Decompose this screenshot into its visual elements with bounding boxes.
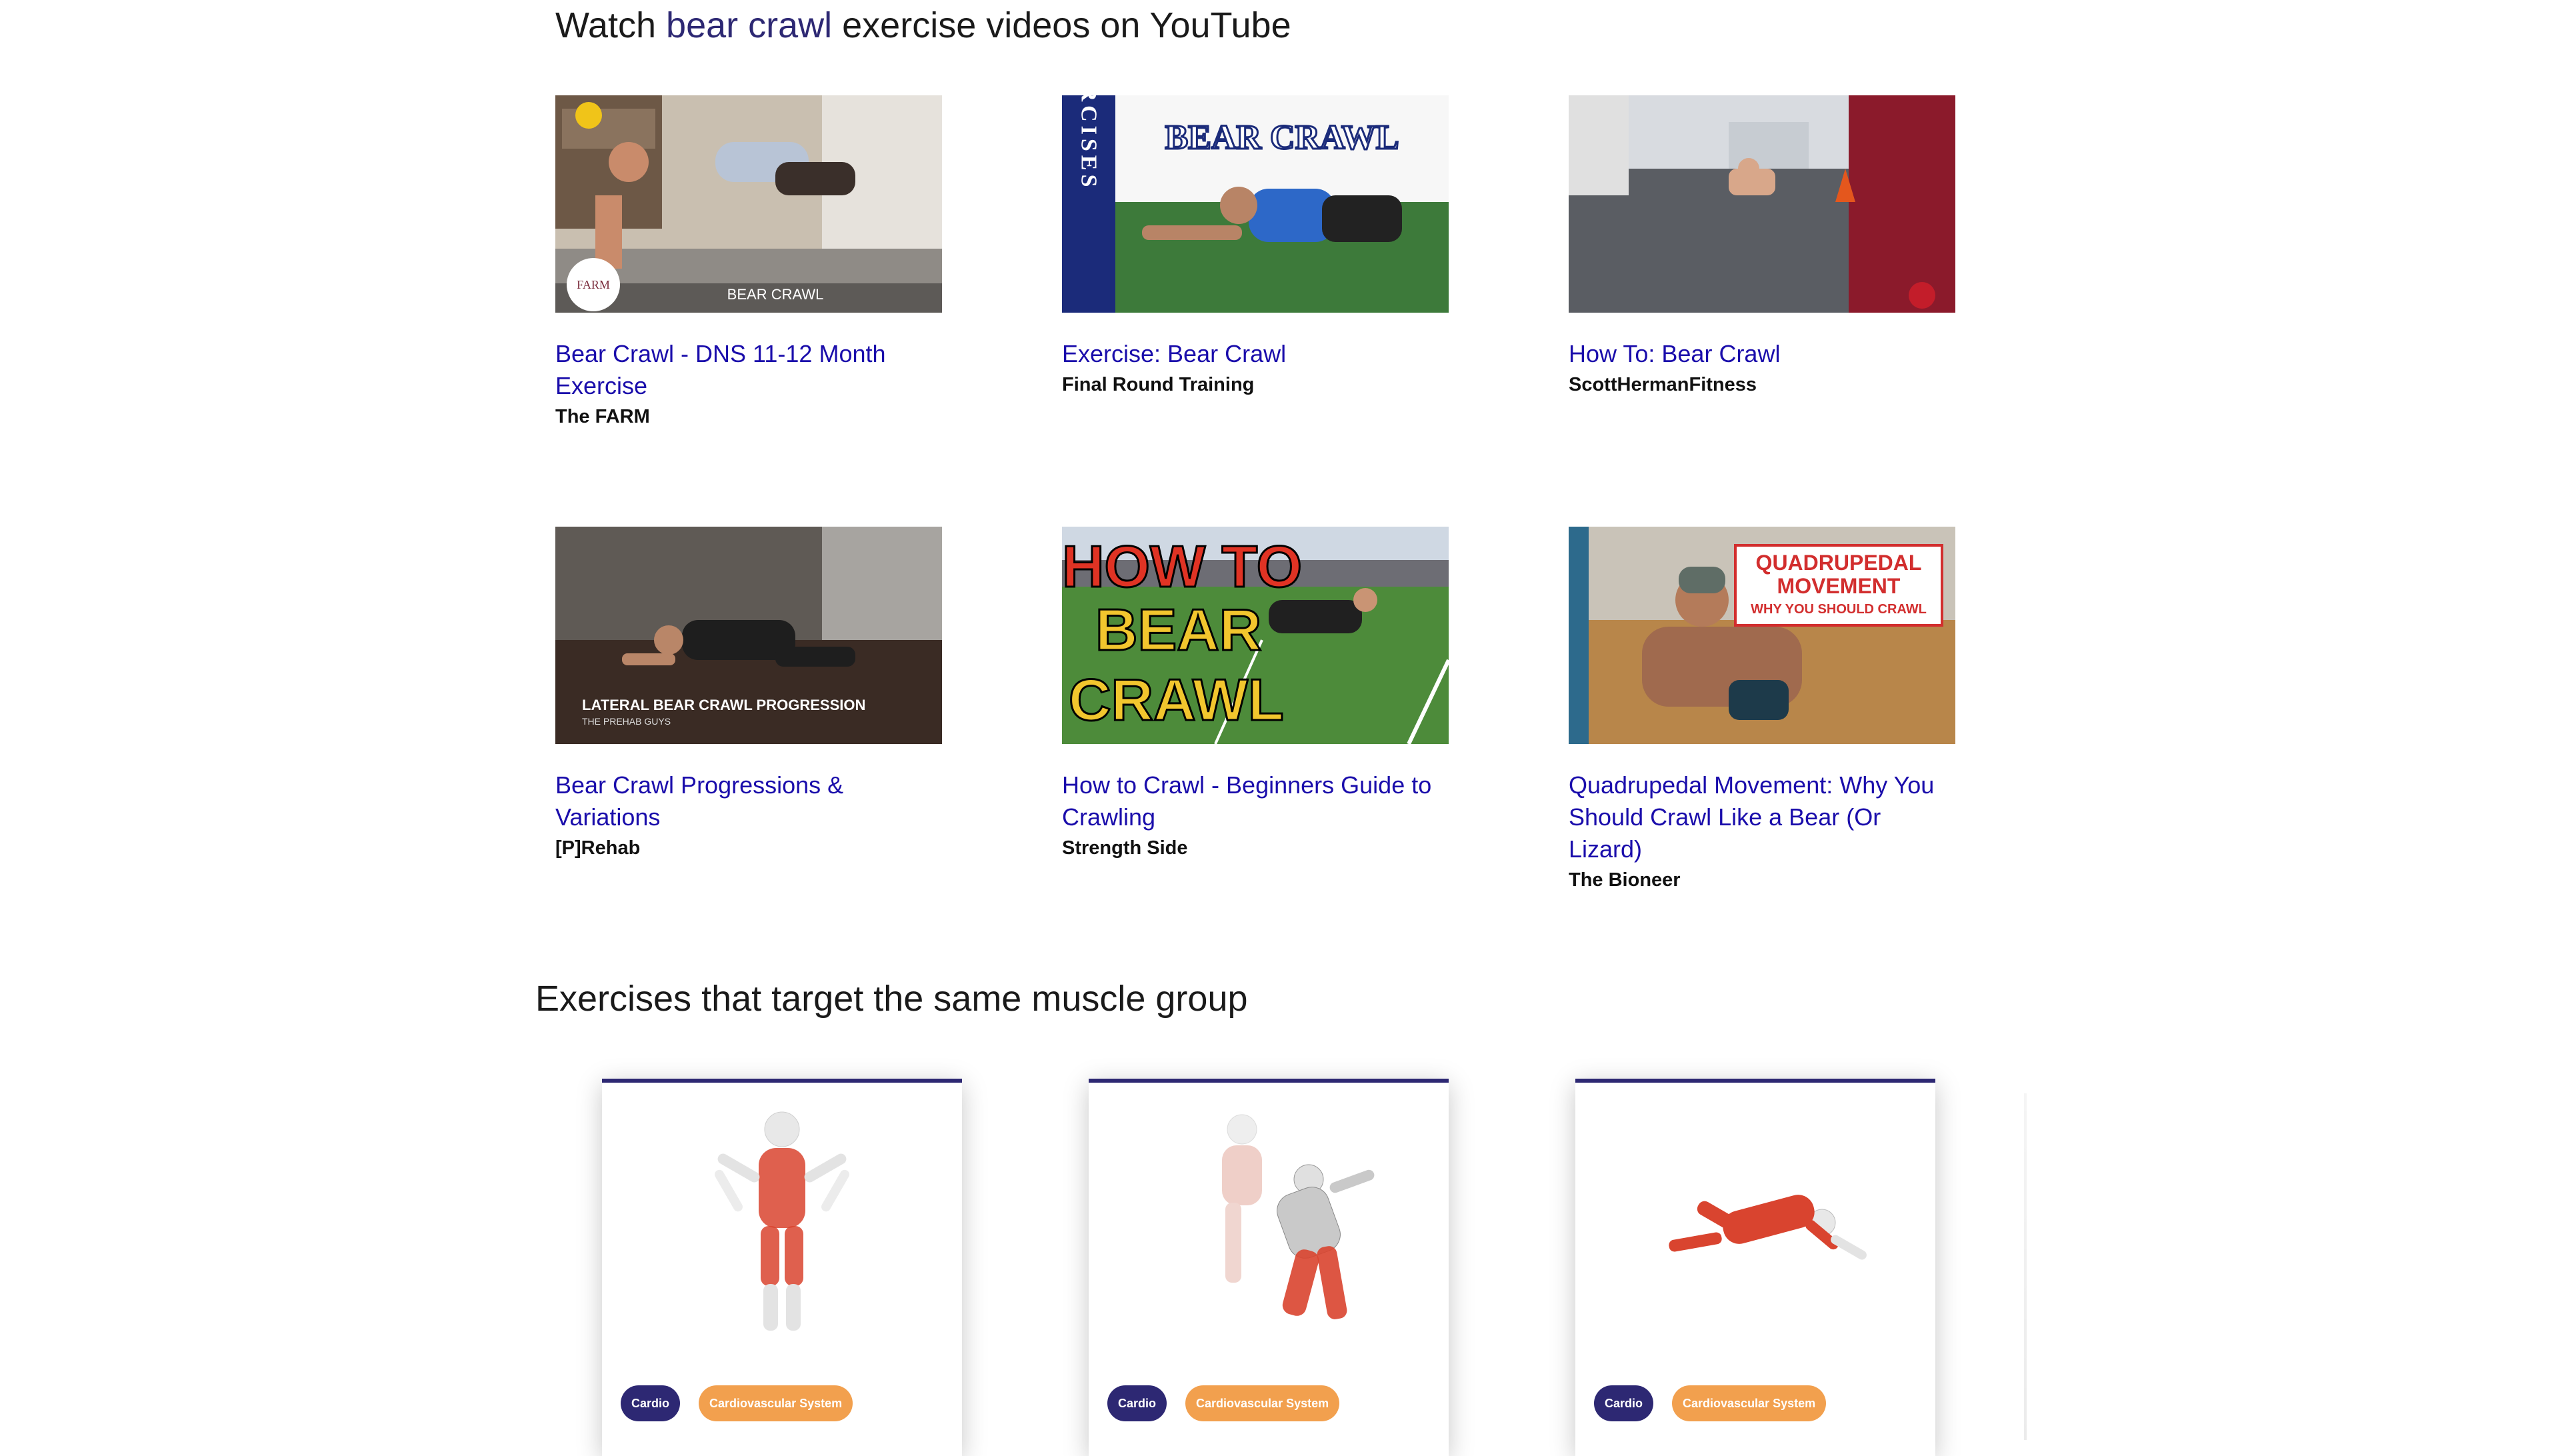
- exercise-tags: Cardio Cardiovascular System: [1107, 1385, 1340, 1421]
- video-card: LATERAL BEAR CRAWL PROGRESSION THE PREHA…: [555, 527, 942, 861]
- thumb-line-2: BEAR: [1095, 597, 1261, 663]
- video-title-link[interactable]: Bear Crawl - DNS 11-12 Month Exercise: [555, 338, 942, 402]
- video-card: FARM BEAR CRAWL Bear Crawl - DNS 11-12 M…: [555, 95, 942, 430]
- video-thumbnail[interactable]: FARM BEAR CRAWL: [555, 95, 942, 313]
- tag-cardio[interactable]: Cardio: [1107, 1385, 1167, 1421]
- video-card: EXERCISES BEAR CRAWL Exercise: Bear Craw…: [1062, 95, 1449, 398]
- thumb-line-3: CRAWL: [1069, 667, 1284, 733]
- video-title-link[interactable]: How to Crawl - Beginners Guide to Crawli…: [1062, 769, 1449, 833]
- video-channel: ScottHermanFitness: [1569, 374, 1757, 395]
- exercise-tags: Cardio Cardiovascular System: [1594, 1385, 1827, 1421]
- video-thumbnail[interactable]: [1569, 95, 1955, 313]
- video-channel: The Bioneer: [1569, 869, 1681, 891]
- video-title-link[interactable]: How To: Bear Crawl: [1569, 338, 1955, 370]
- heading-highlight: bear crawl: [666, 5, 833, 45]
- video-channel: The FARM: [555, 406, 650, 427]
- video-thumbnail[interactable]: QUADRUPEDAL MOVEMENT WHY YOU SHOULD CRAW…: [1569, 527, 1955, 744]
- tag-cardio[interactable]: Cardio: [1594, 1385, 1654, 1421]
- thumb-line-1: HOW TO: [1062, 533, 1302, 599]
- thumb-caption: LATERAL BEAR CRAWL PROGRESSION: [582, 697, 865, 713]
- video-thumbnail-image: FARM BEAR CRAWL: [555, 95, 942, 313]
- video-card: HOW TO BEAR CRAWL How to Crawl - Beginne…: [1062, 527, 1449, 861]
- thumb-side-text: EXERCISES: [1077, 95, 1101, 191]
- video-thumbnail-image: [1569, 95, 1955, 313]
- thumb-logo-text: FARM: [577, 278, 610, 291]
- exercise-card[interactable]: Cardio Cardiovascular System: [1575, 1079, 1935, 1456]
- video-title-link[interactable]: Exercise: Bear Crawl: [1062, 338, 1449, 370]
- video-thumbnail[interactable]: HOW TO BEAR CRAWL: [1062, 527, 1449, 744]
- video-thumbnail[interactable]: EXERCISES BEAR CRAWL: [1062, 95, 1449, 313]
- video-thumbnail[interactable]: LATERAL BEAR CRAWL PROGRESSION THE PREHA…: [555, 527, 942, 744]
- similar-exercises-heading: Exercises that target the same muscle gr…: [535, 979, 1248, 1019]
- tag-cardiovascular[interactable]: Cardiovascular System: [1185, 1385, 1340, 1421]
- thumb-caption: BEAR CRAWL: [1165, 119, 1399, 157]
- exercise-card[interactable]: Cardio Cardiovascular System: [1089, 1079, 1449, 1456]
- heading-prefix: Watch: [555, 5, 667, 45]
- video-channel: Final Round Training: [1062, 374, 1255, 395]
- exercise-card[interactable]: Cardio Cardiovascular System: [602, 1079, 962, 1456]
- exercise-tags: Cardio Cardiovascular System: [621, 1385, 853, 1421]
- tag-cardiovascular[interactable]: Cardiovascular System: [1672, 1385, 1827, 1421]
- heading-suffix: exercise videos on YouTube: [832, 5, 1291, 45]
- video-card: QUADRUPEDAL MOVEMENT WHY YOU SHOULD CRAW…: [1569, 527, 1955, 893]
- exercise-illustration: [715, 1111, 849, 1331]
- tag-cardio[interactable]: Cardio: [621, 1385, 681, 1421]
- video-thumbnail-image: QUADRUPEDAL MOVEMENT WHY YOU SHOULD CRAW…: [1569, 527, 1955, 744]
- thumb-line-1: QUADRUPEDAL: [1756, 551, 1922, 575]
- video-thumbnail-image: LATERAL BEAR CRAWL PROGRESSION THE PREHA…: [555, 527, 942, 744]
- video-thumbnail-image: HOW TO BEAR CRAWL: [1062, 527, 1449, 744]
- exercise-illustration: [1222, 1114, 1375, 1319]
- video-channel: [P]Rehab: [555, 837, 641, 859]
- video-card: How To: Bear Crawl ScottHermanFitness: [1569, 95, 1955, 398]
- thumb-line-2: MOVEMENT: [1777, 574, 1901, 598]
- next-card-edge: [2024, 1093, 2027, 1440]
- video-channel: Strength Side: [1062, 837, 1188, 859]
- youtube-section-heading: Watch bear crawl exercise videos on YouT…: [555, 1, 1291, 49]
- exercise-illustration: [1669, 1195, 1867, 1260]
- thumb-subcaption: THE PREHAB GUYS: [582, 716, 671, 727]
- video-thumbnail-image: EXERCISES BEAR CRAWL: [1062, 95, 1449, 313]
- thumb-line-3: WHY YOU SHOULD CRAWL: [1751, 602, 1927, 617]
- video-title-link[interactable]: Quadrupedal Movement: Why You Should Cra…: [1569, 769, 1955, 865]
- video-title-link[interactable]: Bear Crawl Progressions & Variations: [555, 769, 942, 833]
- tag-cardiovascular[interactable]: Cardiovascular System: [699, 1385, 853, 1421]
- video-grid: FARM BEAR CRAWL Bear Crawl - DNS 11-12 M…: [555, 95, 1955, 895]
- thumb-caption: BEAR CRAWL: [727, 286, 824, 303]
